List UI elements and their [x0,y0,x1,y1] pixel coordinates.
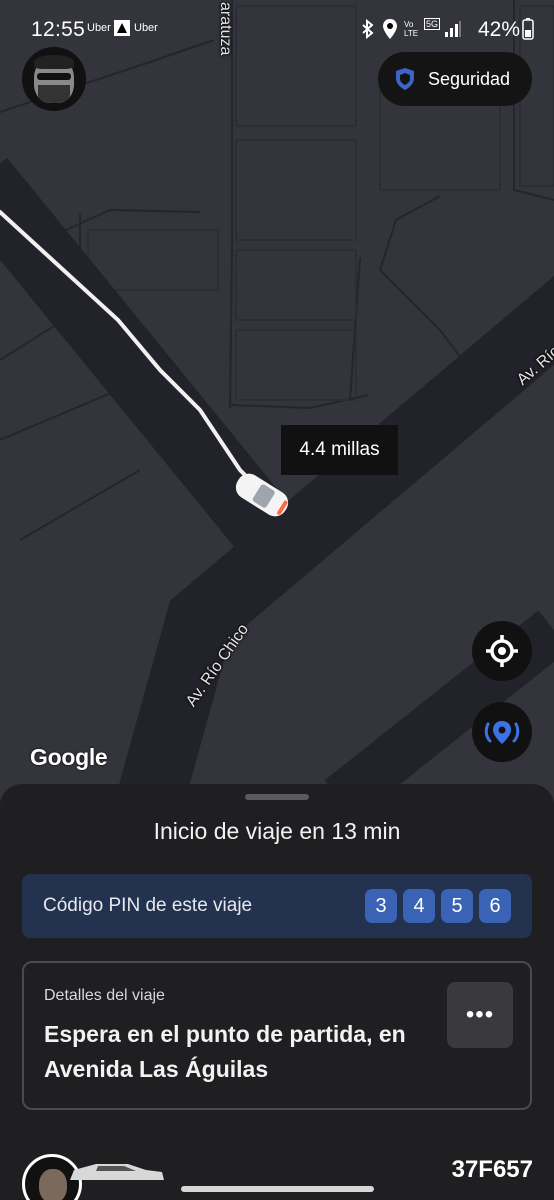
details-text: Espera en el punto de partida, en Avenid… [44,1021,406,1082]
shield-icon [396,68,414,90]
trip-bottom-sheet[interactable]: Inicio de viaje en 13 min Código PIN de … [0,784,554,1200]
pin-digits: 3 4 5 6 [365,889,511,923]
pin-label: Código PIN de este viaje [43,895,253,916]
profile-avatar[interactable] [22,47,86,111]
security-button[interactable]: Seguridad [378,52,532,106]
avatar-hair [34,55,74,69]
license-plate: 37F657 [451,1156,533,1183]
bluetooth-icon [362,19,374,39]
status-bar: 12:55 Uber Uber Vo LTE 5G 42% [0,0,554,60]
signal-icon [445,21,461,37]
map-canvas [0,0,554,800]
trip-start-title: Inicio de viaje en 13 min [153,818,401,844]
avatar-glasses [37,73,71,80]
notification-uber-1: Uber [87,22,111,34]
location-icon [383,19,397,39]
volte-indicator: Vo LTE [404,20,419,38]
uber-driver-icon [114,20,130,36]
car-image [70,1164,164,1180]
recenter-button[interactable] [472,621,532,681]
pin-digit: 5 [441,889,473,923]
map[interactable]: aratuza Av. Río Av. Río Chico 4.4 millas… [0,0,554,800]
trip-pin-card: Código PIN de este viaje 3 4 5 6 [22,874,532,938]
pin-digit: 6 [479,889,511,923]
home-indicator[interactable] [181,1186,374,1192]
pin-digit: 4 [403,889,435,923]
more-icon: ••• [465,1001,495,1028]
status-time: 12:55 [31,18,86,41]
google-attribution: Google [30,744,108,770]
trip-details-card[interactable]: Detalles del viaje Espera en el punto de… [22,961,532,1110]
network-5g-indicator: 5G [424,18,441,30]
avatar-beard [38,85,70,103]
sheet-grabber[interactable] [245,794,309,800]
notification-uber-2: Uber [134,22,158,34]
security-label: Seguridad [428,68,511,89]
distance-label: 4.4 millas [281,425,398,475]
battery-icon [522,18,534,40]
more-options-button[interactable]: ••• [447,982,513,1048]
details-label: Detalles del viaje [44,987,165,1004]
share-location-button[interactable] [472,702,532,762]
pin-digit: 3 [365,889,397,923]
battery-percentage: 42% [477,18,520,41]
crosshair-icon [486,635,518,667]
broadcast-pin-icon [484,721,520,744]
